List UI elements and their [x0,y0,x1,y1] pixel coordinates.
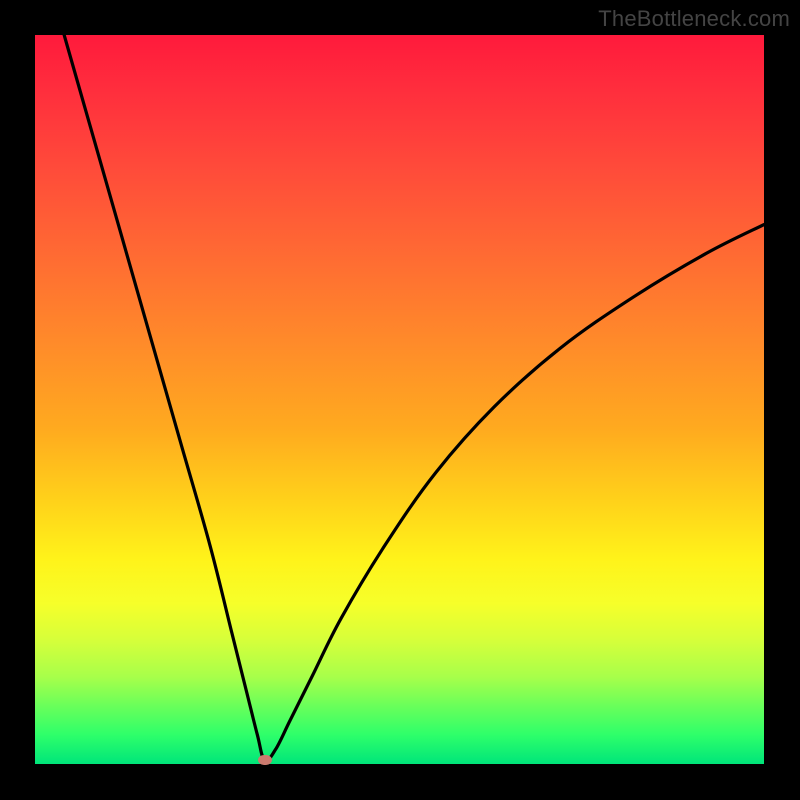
watermark-text: TheBottleneck.com [598,6,790,32]
bottleneck-curve [35,35,764,764]
plot-area [35,35,764,764]
chart-frame: TheBottleneck.com [0,0,800,800]
minimum-marker [258,755,272,765]
